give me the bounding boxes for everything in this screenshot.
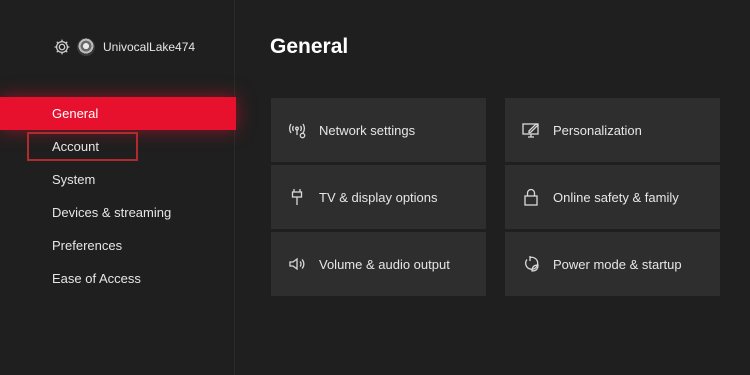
- network-icon: [287, 120, 307, 140]
- tile-volume-audio-output[interactable]: Volume & audio output: [271, 232, 486, 296]
- tile-label: Online safety & family: [553, 189, 679, 205]
- avatar[interactable]: [77, 38, 95, 56]
- personalization-icon: [521, 120, 541, 140]
- tile-online-safety-family[interactable]: Online safety & family: [505, 165, 720, 229]
- sidebar-item-label: System: [52, 172, 96, 187]
- sidebar: UnivocalLake474 General Account System D…: [0, 0, 236, 375]
- power-leaf-icon: [521, 254, 541, 274]
- sidebar-item-label: General: [52, 106, 99, 121]
- sidebar-nav: General Account System Devices & streami…: [0, 97, 236, 295]
- tile-label: Power mode & startup: [553, 256, 682, 272]
- gamertag: UnivocalLake474: [103, 40, 196, 54]
- sidebar-item-devices-streaming[interactable]: Devices & streaming: [0, 196, 236, 229]
- sidebar-item-general[interactable]: General: [0, 97, 236, 130]
- sidebar-item-ease-of-access[interactable]: Ease of Access: [0, 262, 236, 295]
- tile-personalization[interactable]: Personalization: [505, 98, 720, 162]
- tile-label: Personalization: [553, 122, 642, 138]
- focus-ring: [27, 132, 138, 161]
- page-title: General: [270, 35, 349, 58]
- tile-label: Volume & audio output: [319, 256, 450, 272]
- sidebar-item-preferences[interactable]: Preferences: [0, 229, 236, 262]
- speaker-icon: [287, 254, 307, 274]
- sidebar-item-label: Preferences: [52, 238, 123, 253]
- gear-icon[interactable]: [53, 38, 71, 56]
- tile-tv-display-options[interactable]: TV & display options: [271, 165, 486, 229]
- sidebar-item-system[interactable]: System: [0, 163, 236, 196]
- sidebar-item-account[interactable]: Account: [0, 130, 236, 163]
- settings-app: UnivocalLake474 General Account System D…: [0, 0, 750, 375]
- profile-bar: UnivocalLake474: [53, 36, 195, 58]
- tile-label: Network settings: [319, 122, 416, 138]
- display-cable-icon: [287, 187, 307, 207]
- tile-network-settings[interactable]: Network settings: [271, 98, 486, 162]
- sidebar-item-label: Ease of Access: [52, 271, 141, 286]
- lock-icon: [521, 187, 541, 207]
- tile-label: TV & display options: [319, 189, 438, 205]
- sidebar-item-label: Devices & streaming: [52, 205, 172, 220]
- tile-power-mode-startup[interactable]: Power mode & startup: [505, 232, 720, 296]
